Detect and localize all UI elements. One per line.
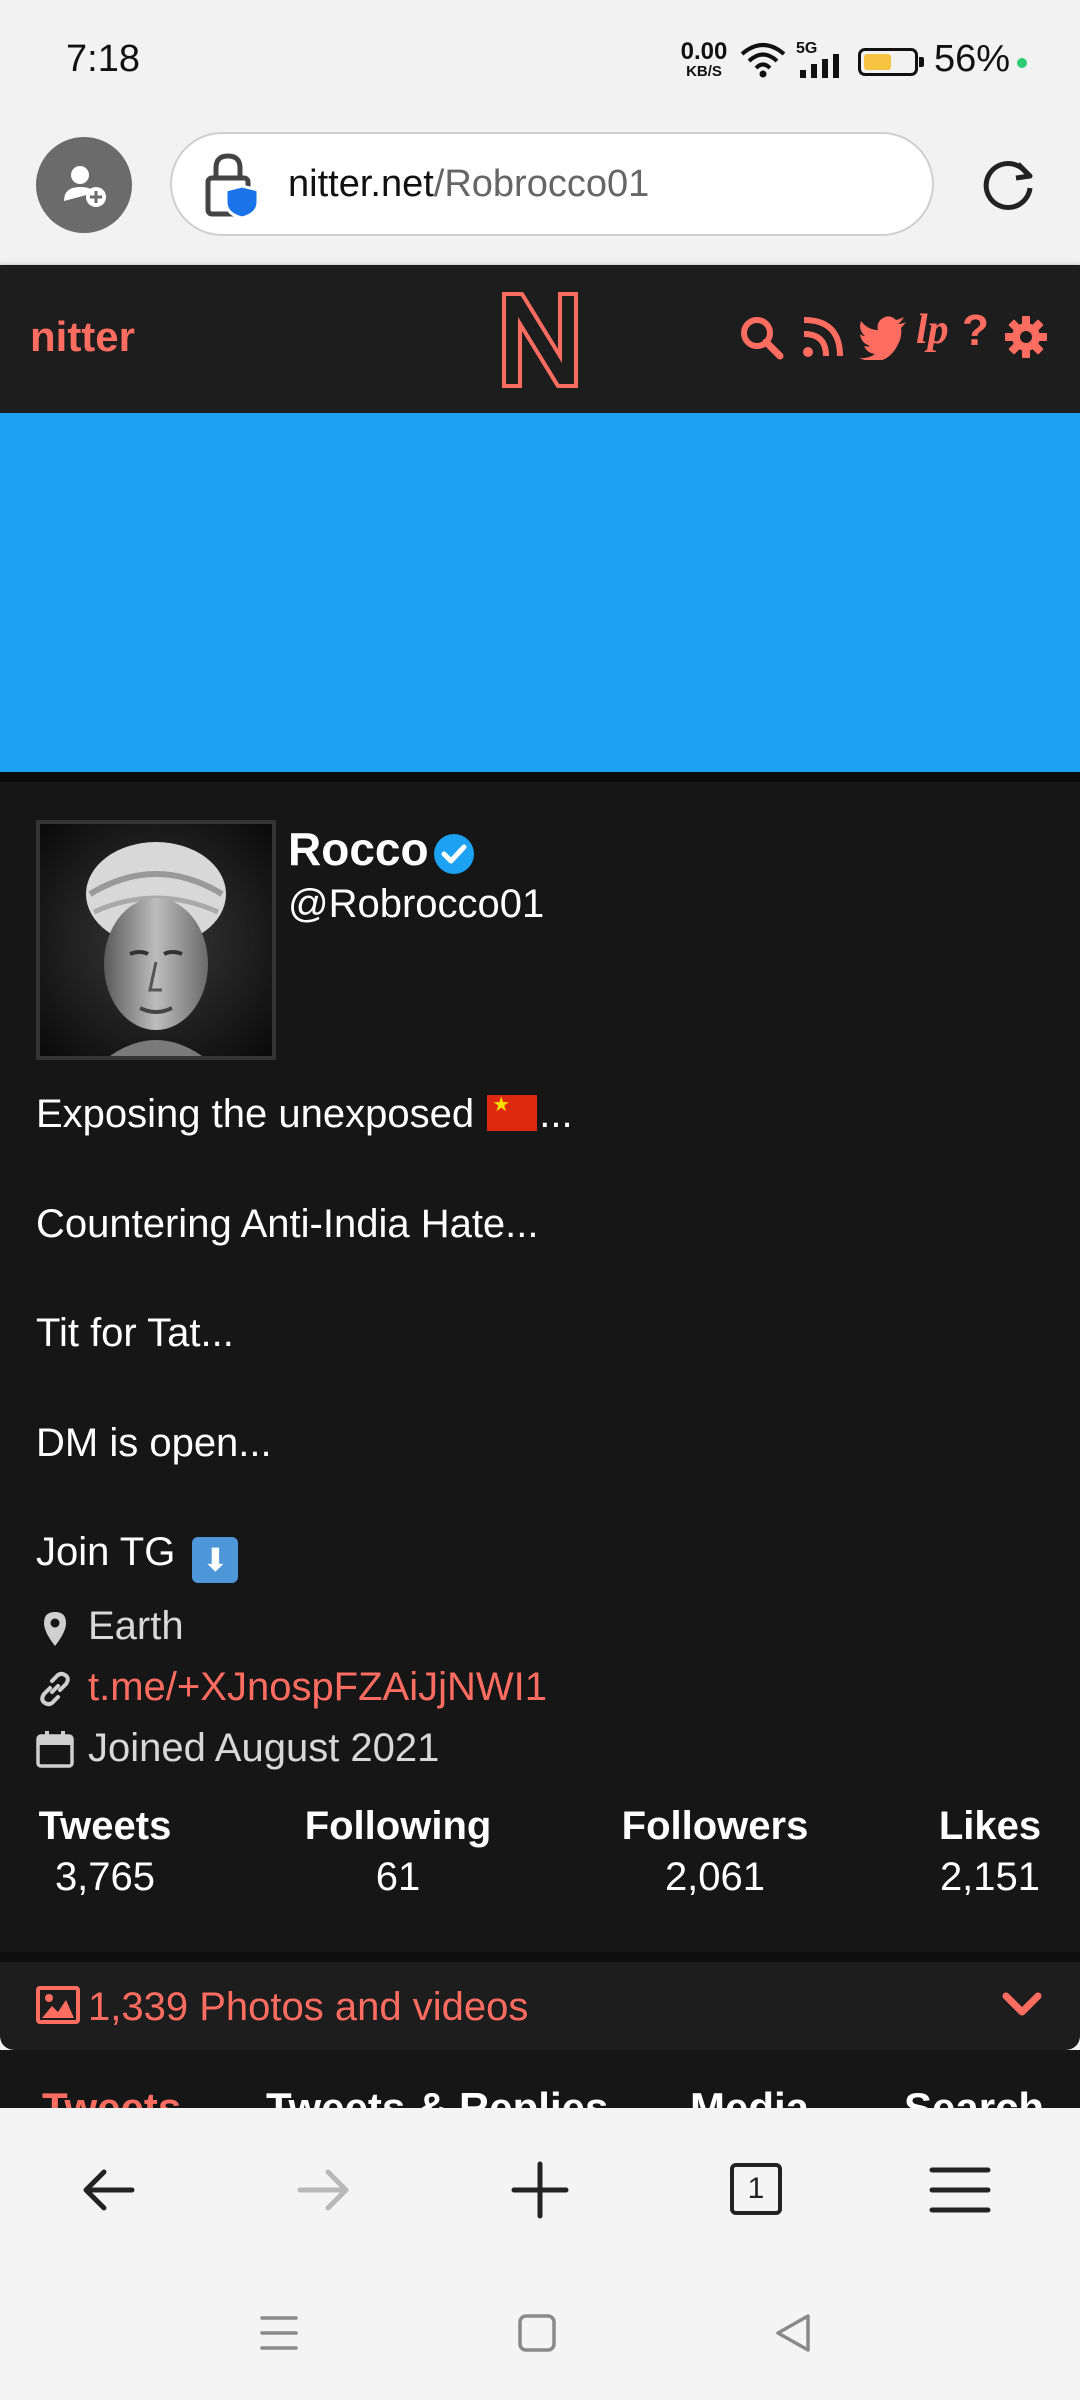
bio-line-5: Join TG ⬇ bbox=[36, 1530, 239, 1583]
battery-percent: 56% bbox=[934, 38, 1011, 80]
menu-icon[interactable] bbox=[926, 2156, 994, 2224]
search-icon[interactable] bbox=[738, 314, 784, 360]
rss-icon[interactable] bbox=[800, 314, 846, 360]
stat-following[interactable]: Following 61 bbox=[300, 1804, 496, 1900]
address-url[interactable]: nitter.net/Robrocco01 bbox=[288, 163, 649, 206]
verified-badge-icon bbox=[434, 834, 474, 874]
battery-level bbox=[864, 54, 891, 70]
stat-likes[interactable]: Likes 2,151 bbox=[934, 1804, 1046, 1900]
stat-tweets-value: 3,765 bbox=[54, 1855, 156, 1899]
network-speed-unit: KB/S bbox=[686, 63, 722, 80]
location-pin-icon bbox=[44, 1612, 66, 1646]
stat-likes-value: 2,151 bbox=[939, 1855, 1041, 1899]
tab-switcher-button[interactable]: 1 bbox=[730, 2163, 782, 2215]
status-time: 7:18 bbox=[66, 38, 140, 80]
section-divider bbox=[0, 1952, 1080, 1962]
stat-following-label: Following bbox=[304, 1804, 492, 1848]
timeline-tabs: Tweets Tweets & Replies Media Search bbox=[0, 2050, 1080, 2108]
site-brand-link[interactable]: nitter bbox=[30, 313, 135, 361]
bio-line-1: Exposing the unexposed ... bbox=[36, 1092, 573, 1137]
bio-line-1-text: Exposing the unexposed bbox=[36, 1092, 486, 1136]
photos-videos-label[interactable]: 1,339 Photos and videos bbox=[88, 1985, 528, 2030]
network-speed-value: 0.00 bbox=[680, 38, 728, 65]
url-domain: nitter.net bbox=[288, 163, 434, 205]
stat-following-value: 61 bbox=[375, 1855, 421, 1899]
new-tab-plus-icon[interactable] bbox=[506, 2156, 574, 2224]
secure-lock-icon bbox=[205, 153, 260, 218]
profile-website-link[interactable]: t.me/+XJnospFZAiJjNWI1 bbox=[88, 1665, 547, 1710]
calendar-icon bbox=[36, 1731, 74, 1768]
reload-icon[interactable] bbox=[978, 154, 1038, 214]
profile-location: Earth bbox=[88, 1604, 184, 1648]
battery-icon bbox=[858, 48, 924, 76]
wifi-icon bbox=[740, 43, 786, 78]
tab-tweets-replies[interactable]: Tweets & Replies bbox=[266, 2084, 608, 2108]
profile-avatar[interactable] bbox=[36, 820, 276, 1060]
bio-line-4: DM is open... bbox=[36, 1421, 272, 1465]
settings-icon[interactable] bbox=[1004, 314, 1048, 360]
china-flag-emoji bbox=[487, 1092, 538, 1131]
stat-tweets-label: Tweets bbox=[38, 1804, 172, 1848]
forward-arrow-icon[interactable] bbox=[290, 2156, 358, 2224]
profile-banner[interactable] bbox=[0, 413, 1080, 772]
stat-likes-label: Likes bbox=[938, 1804, 1042, 1848]
twitter-icon[interactable] bbox=[858, 314, 908, 360]
profile-switch-button[interactable] bbox=[36, 137, 132, 233]
back-arrow-icon[interactable] bbox=[74, 2156, 142, 2224]
link-icon bbox=[40, 1671, 70, 1707]
banner-divider bbox=[0, 772, 1080, 782]
home-square-icon[interactable] bbox=[514, 2310, 560, 2356]
add-user-icon bbox=[64, 166, 106, 207]
cell-signal-icon bbox=[800, 54, 839, 78]
profile-fullname[interactable]: Rocco bbox=[288, 822, 429, 876]
profile-username[interactable]: @Robrocco01 bbox=[288, 882, 544, 927]
nitter-logo-icon[interactable] bbox=[498, 290, 582, 390]
chevron-down-icon[interactable] bbox=[1002, 1992, 1042, 2018]
lp-icon[interactable]: lp bbox=[916, 306, 949, 354]
tab-tweets[interactable]: Tweets bbox=[42, 2084, 181, 2108]
stat-followers-value: 2,061 bbox=[664, 1855, 766, 1899]
down-arrow-emoji-icon: ⬇ bbox=[192, 1537, 239, 1583]
profile-joined-date: Joined August 2021 bbox=[88, 1726, 440, 1770]
bio-line-3: Tit for Tat... bbox=[36, 1311, 234, 1355]
stat-tweets[interactable]: Tweets 3,765 bbox=[36, 1804, 174, 1900]
stat-followers[interactable]: Followers 2,061 bbox=[620, 1804, 810, 1900]
url-path: /Robrocco01 bbox=[433, 163, 650, 205]
stat-followers-label: Followers bbox=[621, 1804, 809, 1848]
avatar-image bbox=[40, 824, 272, 1056]
recent-apps-icon[interactable] bbox=[256, 2310, 302, 2356]
status-bar bbox=[0, 0, 1080, 120]
help-icon[interactable]: ? bbox=[962, 306, 989, 356]
bio-line-5-text: Join TG bbox=[36, 1530, 187, 1574]
bio-line-2: Countering Anti-India Hate... bbox=[36, 1202, 539, 1246]
tab-media[interactable]: Media bbox=[690, 2084, 809, 2108]
back-triangle-icon[interactable] bbox=[770, 2310, 816, 2356]
bio-line-1-tail: ... bbox=[539, 1092, 573, 1136]
charging-dot bbox=[1017, 58, 1027, 68]
tab-search[interactable]: Search bbox=[904, 2084, 1044, 2108]
image-icon bbox=[36, 1986, 80, 2024]
network-speed: 0.00 KB/S bbox=[676, 38, 732, 82]
